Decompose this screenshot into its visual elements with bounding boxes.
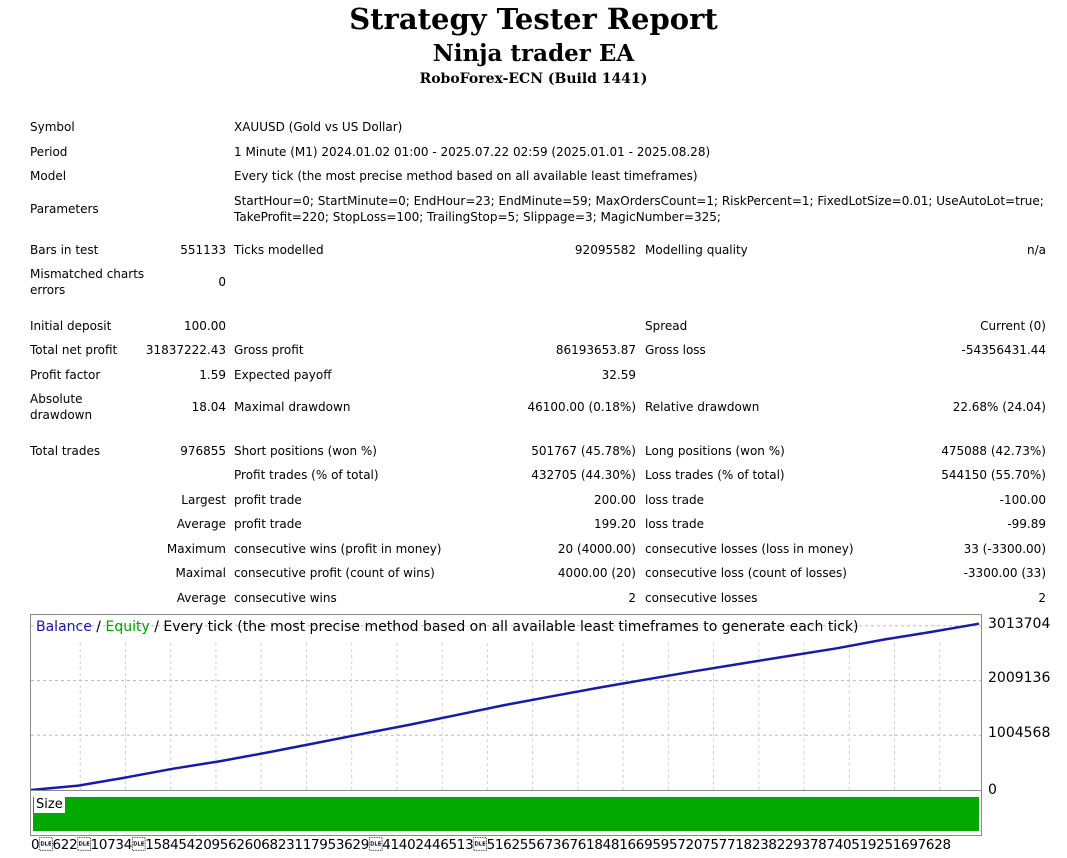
deposit-label: Initial deposit: [30, 319, 112, 333]
model-label: Model: [30, 169, 67, 183]
pf-label: Profit factor: [30, 368, 101, 382]
ticks-label: Ticks modelled: [234, 243, 324, 257]
short-label: Short positions (won %): [234, 444, 377, 458]
chart-legend: Balance / Equity / Every tick (the most …: [36, 619, 858, 635]
maximum-label: Maximum: [166, 542, 226, 556]
max-wins-value: 20 (4000.00): [557, 542, 636, 556]
y-tick-label: 0: [988, 782, 997, 798]
maximal-loss-label: consecutive loss (count of losses): [645, 566, 847, 580]
bars-value: 551133: [180, 243, 226, 257]
parameters-line1: StartHour=0; StartMinute=0; EndHour=23; …: [234, 194, 1044, 208]
long-value: 475088 (42.73%): [941, 444, 1046, 458]
ltrades-value: 544150 (55.70%): [941, 468, 1046, 482]
average-loss-label: loss trade: [645, 517, 704, 531]
mismatch-label: Mismatched charts: [30, 267, 145, 281]
largest-profit-value: 200.00: [594, 493, 636, 507]
ptrades-value: 432705 (44.30%): [531, 468, 636, 482]
grossprofit-value: 86193653.87: [555, 343, 636, 357]
mismatch-value: 0: [218, 275, 226, 289]
avgcons-losses-value: 2: [1038, 591, 1046, 605]
y-tick-label: 3013704: [988, 615, 1051, 632]
avgcons-losses-label: consecutive losses: [645, 591, 758, 605]
maximal-label: Maximal: [175, 566, 226, 580]
largest-loss-label: loss trade: [645, 493, 704, 507]
report-title: Strategy Tester Report: [349, 2, 718, 36]
size-bar: [33, 797, 979, 831]
absdd-label: Absolute: [30, 392, 83, 406]
avgcons-wins-value: 2: [628, 591, 636, 605]
period-value: 1 Minute (M1) 2024.01.02 01:00 - 2025.07…: [234, 145, 711, 159]
y-tick-label: 2009136: [988, 670, 1051, 687]
ltrades-label: Loss trades (% of total): [645, 468, 785, 482]
symbol-value: XAUUSD (Gold vs US Dollar): [234, 120, 403, 134]
parameters-line2: TakeProfit=220; StopLoss=100; TrailingSt…: [234, 210, 721, 224]
average-profit-label: profit trade: [234, 517, 302, 531]
ea-name: Ninja trader EA: [432, 40, 635, 67]
period-label: Period: [30, 145, 68, 159]
symbol-label: Symbol: [30, 120, 75, 134]
spread-label: Spread: [645, 319, 688, 333]
trades-value: 976855: [180, 444, 226, 458]
pf-value: 1.59: [199, 368, 226, 382]
trades-label: Total trades: [30, 444, 101, 458]
size-panel: Size: [30, 790, 982, 836]
absdd-label-2: drawdown: [30, 408, 93, 422]
balance-series-line: [31, 622, 980, 791]
legend-balance: Balance: [36, 619, 92, 635]
maxdd-label: Maximal drawdown: [234, 400, 351, 414]
legend-equity: Equity: [105, 619, 150, 635]
short-value: 501767 (45.78%): [531, 444, 636, 458]
reldd-value: 22.68% (24.04): [952, 400, 1046, 414]
netprofit-label: Total net profit: [30, 343, 118, 357]
quality-label: Modelling quality: [645, 243, 748, 257]
mismatch-label-2: errors: [30, 283, 66, 297]
maximal-profit-label: consecutive profit (count of wins): [234, 566, 435, 580]
maximal-profit-value: 4000.00 (20): [557, 566, 636, 580]
largest-profit-label: profit trade: [234, 493, 302, 507]
legend-model: / Every tick (the most precise method ba…: [149, 619, 859, 635]
y-tick-label: 1004568: [988, 725, 1051, 742]
absdd-value: 18.04: [191, 400, 226, 414]
bars-label: Bars in test: [30, 243, 99, 257]
reldd-label: Relative drawdown: [645, 400, 760, 414]
largest-loss-value: -100.00: [999, 493, 1046, 507]
payoff-value: 32.59: [601, 368, 636, 382]
broker-build: RoboForex-ECN (Build 1441): [419, 71, 648, 87]
largest-label: Largest: [181, 493, 226, 507]
avgcons-wins-label: consecutive wins: [234, 591, 337, 605]
deposit-value: 100.00: [184, 319, 226, 333]
average-label: Average: [176, 517, 226, 531]
ticks-value: 92095582: [574, 243, 636, 257]
ptrades-label: Profit trades (% of total): [234, 468, 379, 482]
parameters-label: Parameters: [30, 202, 99, 216]
maxdd-value: 46100.00 (0.18%): [527, 400, 636, 414]
average-loss-value: -99.89: [1007, 517, 1046, 531]
max-losses-value: 33 (-3300.00): [963, 542, 1046, 556]
balance-chart-svg: [31, 622, 981, 791]
model-value: Every tick (the most precise method base…: [234, 169, 698, 183]
grossprofit-label: Gross profit: [234, 343, 304, 357]
grossloss-label: Gross loss: [645, 343, 706, 357]
grossloss-value: -54356431.44: [961, 343, 1047, 357]
size-label: Size: [34, 797, 65, 813]
payoff-label: Expected payoff: [234, 368, 332, 382]
max-wins-label: consecutive wins (profit in money): [234, 542, 442, 556]
netprofit-value: 31837222.43: [145, 343, 226, 357]
legend-sep: /: [91, 619, 106, 635]
long-label: Long positions (won %): [645, 444, 785, 458]
spread-value: Current (0): [980, 319, 1046, 333]
quality-value: n/a: [1026, 243, 1046, 257]
balance-chart: Balance / Equity / Every tick (the most …: [30, 614, 982, 791]
x-axis-labels: 062210734158454209562606823117953629…: [31, 837, 951, 853]
avgcons-label: Average: [176, 591, 226, 605]
maximal-loss-value: -3300.00 (33): [963, 566, 1046, 580]
max-losses-label: consecutive losses (loss in money): [645, 542, 854, 556]
average-profit-value: 199.20: [594, 517, 636, 531]
